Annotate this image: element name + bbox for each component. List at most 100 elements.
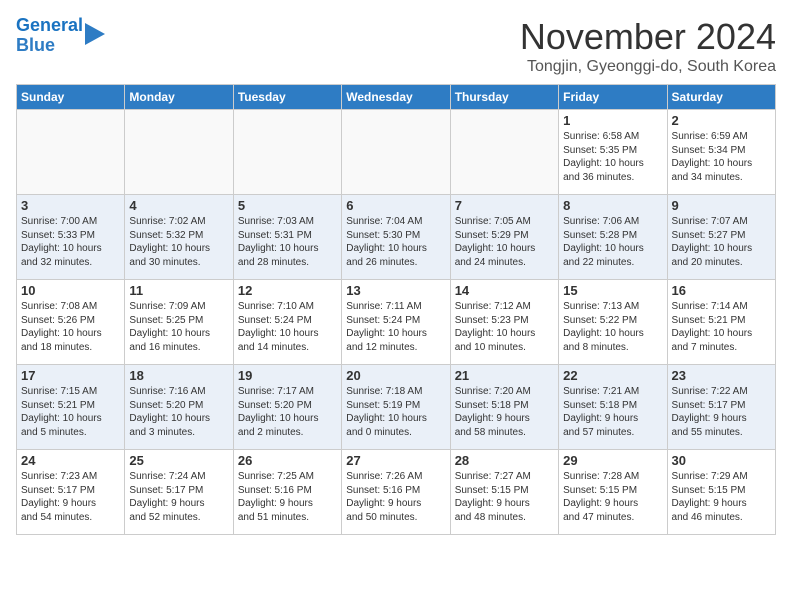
calendar-day-cell: 16Sunrise: 7:14 AM Sunset: 5:21 PM Dayli… xyxy=(667,280,775,365)
calendar-day-cell: 30 Sunrise: 7:29 AM Sunset: 5:15 PM Dayli… xyxy=(667,450,775,535)
calendar-day-cell: 11 Sunrise: 7:09 AM Sunset: 5:25 PM Dayli… xyxy=(125,280,233,365)
day-info: Sunrise: 7:13 AM Sunset: 5:22 PM Dayligh… xyxy=(563,300,662,354)
day-info: Sunrise: 6:58 AM Sunset: 5:35 PM Dayligh… xyxy=(563,130,662,184)
day-info: Sunrise: 7:23 AM Sunset: 5:17 PM Dayligh… xyxy=(21,470,120,524)
calendar-day-cell: 5 Sunrise: 7:03 AM Sunset: 5:31 PM Daylig… xyxy=(233,195,341,280)
day-info: Sunrise: 7:06 AM Sunset: 5:28 PM Dayligh… xyxy=(563,215,662,269)
day-info: Sunrise: 7:18 AM Sunset: 5:19 PM Dayligh… xyxy=(346,385,445,439)
page-header: General Blue November 2024 Tongjin, Gyeo… xyxy=(16,16,776,76)
calendar-day-cell: 22Sunrise: 7:21 AM Sunset: 5:18 PM Dayli… xyxy=(559,365,667,450)
calendar-day-cell: 29 Sunrise: 7:28 AM Sunset: 5:15 PM Dayli… xyxy=(559,450,667,535)
day-info: Sunrise: 7:00 AM Sunset: 5:33 PM Dayligh… xyxy=(21,215,120,269)
day-info: Sunrise: 7:07 AM Sunset: 5:27 PM Dayligh… xyxy=(672,215,771,269)
day-info: Sunrise: 7:28 AM Sunset: 5:15 PM Dayligh… xyxy=(563,470,662,524)
day-info: Sunrise: 7:12 AM Sunset: 5:23 PM Dayligh… xyxy=(455,300,554,354)
day-number: 3 xyxy=(21,198,120,213)
day-number: 10 xyxy=(21,283,120,298)
day-info: Sunrise: 7:10 AM Sunset: 5:24 PM Dayligh… xyxy=(238,300,337,354)
day-number: 25 xyxy=(129,453,228,468)
day-number: 24 xyxy=(21,453,120,468)
day-info: Sunrise: 7:14 AM Sunset: 5:21 PM Dayligh… xyxy=(672,300,771,354)
month-title: November 2024 xyxy=(520,16,776,58)
day-info: Sunrise: 7:27 AM Sunset: 5:15 PM Dayligh… xyxy=(455,470,554,524)
day-number: 18 xyxy=(129,368,228,383)
day-info: Sunrise: 6:59 AM Sunset: 5:34 PM Dayligh… xyxy=(672,130,771,184)
calendar-day-cell xyxy=(450,110,558,195)
calendar-day-cell xyxy=(17,110,125,195)
day-info: Sunrise: 7:08 AM Sunset: 5:26 PM Dayligh… xyxy=(21,300,120,354)
calendar-day-cell: 8 Sunrise: 7:06 AM Sunset: 5:28 PM Daylig… xyxy=(559,195,667,280)
calendar-day-cell: 12 Sunrise: 7:10 AM Sunset: 5:24 PM Dayli… xyxy=(233,280,341,365)
weekday-header-friday: Friday xyxy=(559,85,667,110)
calendar-table: SundayMondayTuesdayWednesdayThursdayFrid… xyxy=(16,84,776,535)
day-number: 6 xyxy=(346,198,445,213)
day-info: Sunrise: 7:16 AM Sunset: 5:20 PM Dayligh… xyxy=(129,385,228,439)
calendar-day-cell: 28Sunrise: 7:27 AM Sunset: 5:15 PM Dayli… xyxy=(450,450,558,535)
day-number: 2 xyxy=(672,113,771,128)
day-info: Sunrise: 7:25 AM Sunset: 5:16 PM Dayligh… xyxy=(238,470,337,524)
day-number: 27 xyxy=(346,453,445,468)
day-number: 13 xyxy=(346,283,445,298)
day-info: Sunrise: 7:03 AM Sunset: 5:31 PM Dayligh… xyxy=(238,215,337,269)
calendar-day-cell xyxy=(233,110,341,195)
day-info: Sunrise: 7:22 AM Sunset: 5:17 PM Dayligh… xyxy=(672,385,771,439)
day-info: Sunrise: 7:09 AM Sunset: 5:25 PM Dayligh… xyxy=(129,300,228,354)
day-info: Sunrise: 7:24 AM Sunset: 5:17 PM Dayligh… xyxy=(129,470,228,524)
calendar-day-cell: 10 Sunrise: 7:08 AM Sunset: 5:26 PM Dayli… xyxy=(17,280,125,365)
logo: General Blue xyxy=(16,16,105,56)
day-number: 4 xyxy=(129,198,228,213)
calendar-day-cell: 18 Sunrise: 7:16 AM Sunset: 5:20 PM Dayli… xyxy=(125,365,233,450)
calendar-day-cell: 26 Sunrise: 7:25 AM Sunset: 5:16 PM Dayli… xyxy=(233,450,341,535)
calendar-day-cell: 14 Sunrise: 7:12 AM Sunset: 5:23 PM Dayli… xyxy=(450,280,558,365)
calendar-day-cell: 2 Sunrise: 6:59 AM Sunset: 5:34 PM Daylig… xyxy=(667,110,775,195)
calendar-week-row: 24 Sunrise: 7:23 AM Sunset: 5:17 PM Dayli… xyxy=(17,450,776,535)
logo-line1: General xyxy=(16,16,83,36)
day-number: 12 xyxy=(238,283,337,298)
calendar-week-row: 10 Sunrise: 7:08 AM Sunset: 5:26 PM Dayli… xyxy=(17,280,776,365)
calendar-day-cell: 23 Sunrise: 7:22 AM Sunset: 5:17 PM Dayli… xyxy=(667,365,775,450)
day-number: 21 xyxy=(455,368,554,383)
calendar-day-cell: 13Sunrise: 7:11 AM Sunset: 5:24 PM Dayli… xyxy=(342,280,450,365)
calendar-day-cell: 19 Sunrise: 7:17 AM Sunset: 5:20 PM Dayli… xyxy=(233,365,341,450)
weekday-header-wednesday: Wednesday xyxy=(342,85,450,110)
day-info: Sunrise: 7:20 AM Sunset: 5:18 PM Dayligh… xyxy=(455,385,554,439)
day-number: 8 xyxy=(563,198,662,213)
weekday-header-row: SundayMondayTuesdayWednesdayThursdayFrid… xyxy=(17,85,776,110)
day-number: 17 xyxy=(21,368,120,383)
calendar-day-cell: 3 Sunrise: 7:00 AM Sunset: 5:33 PM Daylig… xyxy=(17,195,125,280)
day-info: Sunrise: 7:02 AM Sunset: 5:32 PM Dayligh… xyxy=(129,215,228,269)
day-number: 23 xyxy=(672,368,771,383)
weekday-header-monday: Monday xyxy=(125,85,233,110)
day-number: 26 xyxy=(238,453,337,468)
day-info: Sunrise: 7:15 AM Sunset: 5:21 PM Dayligh… xyxy=(21,385,120,439)
day-number: 22 xyxy=(563,368,662,383)
calendar-day-cell: 17 Sunrise: 7:15 AM Sunset: 5:21 PM Dayli… xyxy=(17,365,125,450)
calendar-day-cell: 7Sunrise: 7:05 AM Sunset: 5:29 PM Daylig… xyxy=(450,195,558,280)
calendar-day-cell: 6 Sunrise: 7:04 AM Sunset: 5:30 PM Daylig… xyxy=(342,195,450,280)
day-number: 29 xyxy=(563,453,662,468)
day-info: Sunrise: 7:04 AM Sunset: 5:30 PM Dayligh… xyxy=(346,215,445,269)
day-info: Sunrise: 7:17 AM Sunset: 5:20 PM Dayligh… xyxy=(238,385,337,439)
logo-line2: Blue xyxy=(16,36,83,56)
day-number: 20 xyxy=(346,368,445,383)
weekday-header-thursday: Thursday xyxy=(450,85,558,110)
day-number: 19 xyxy=(238,368,337,383)
weekday-header-sunday: Sunday xyxy=(17,85,125,110)
day-number: 30 xyxy=(672,453,771,468)
day-info: Sunrise: 7:26 AM Sunset: 5:16 PM Dayligh… xyxy=(346,470,445,524)
calendar-day-cell: 21 Sunrise: 7:20 AM Sunset: 5:18 PM Dayli… xyxy=(450,365,558,450)
day-info: Sunrise: 7:29 AM Sunset: 5:15 PM Dayligh… xyxy=(672,470,771,524)
calendar-day-cell xyxy=(342,110,450,195)
day-number: 7 xyxy=(455,198,554,213)
day-number: 15 xyxy=(563,283,662,298)
calendar-day-cell: 1 Sunrise: 6:58 AM Sunset: 5:35 PM Daylig… xyxy=(559,110,667,195)
calendar-day-cell: 20 Sunrise: 7:18 AM Sunset: 5:19 PM Dayli… xyxy=(342,365,450,450)
day-number: 1 xyxy=(563,113,662,128)
weekday-header-tuesday: Tuesday xyxy=(233,85,341,110)
calendar-week-row: 1 Sunrise: 6:58 AM Sunset: 5:35 PM Daylig… xyxy=(17,110,776,195)
day-number: 5 xyxy=(238,198,337,213)
day-number: 14 xyxy=(455,283,554,298)
day-number: 9 xyxy=(672,198,771,213)
day-number: 11 xyxy=(129,283,228,298)
calendar-week-row: 17 Sunrise: 7:15 AM Sunset: 5:21 PM Dayli… xyxy=(17,365,776,450)
